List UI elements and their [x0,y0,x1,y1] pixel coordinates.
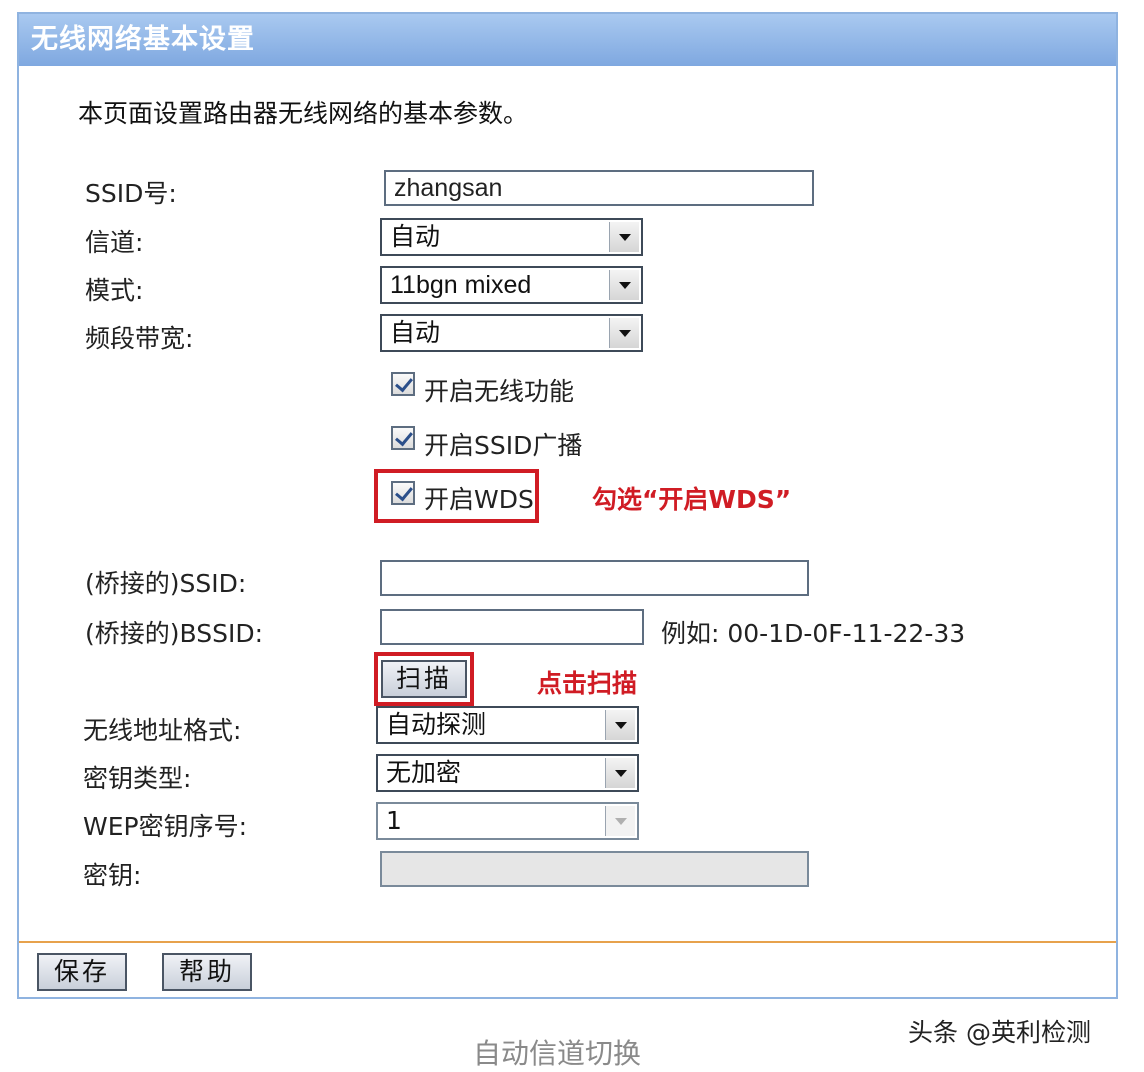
scan-button[interactable]: 扫描 [381,660,467,698]
enable-wds-checkbox[interactable] [391,481,415,505]
wep-index-label: WEP密钥序号: [83,812,248,841]
channel-label: 信道: [85,228,144,257]
image-caption: 自动信道切换 [473,1037,642,1070]
enable-ssid-broadcast-label: 开启SSID广播 [424,431,583,460]
footer-bar: 保存 帮助 [19,943,1116,997]
enable-wds-label: 开启WDS [424,485,534,514]
watermark: 头条 @英利检测 [908,1018,1091,1047]
bridge-bssid-input[interactable] [380,609,644,645]
addr-format-label: 无线地址格式: [83,716,242,745]
settings-panel: 无线网络基本设置 本页面设置路由器无线网络的基本参数。 SSID号: zhang… [17,12,1118,999]
scan-annotation: 点击扫描 [537,669,638,698]
wep-index-select-value: 1 [386,806,402,835]
chevron-down-icon[interactable] [605,806,635,836]
mode-label: 模式: [85,276,144,305]
ssid-label: SSID号: [85,179,177,208]
key-input[interactable] [380,851,809,887]
mode-select-value: 11bgn mixed [390,271,532,299]
save-button[interactable]: 保存 [37,953,127,991]
chevron-down-icon[interactable] [609,222,639,252]
bssid-example-text: 例如: 00-1D-0F-11-22-33 [661,619,966,648]
channel-select-value: 自动 [390,222,441,251]
help-button[interactable]: 帮助 [162,953,252,991]
mode-select[interactable]: 11bgn mixed [380,266,643,304]
intro-text: 本页面设置路由器无线网络的基本参数。 [78,99,529,128]
addr-format-select-value: 自动探测 [386,710,487,739]
chevron-down-icon[interactable] [609,318,639,348]
key-label: 密钥: [83,861,142,890]
chevron-down-icon[interactable] [609,270,639,300]
enable-wireless-checkbox[interactable] [391,372,415,396]
key-type-label: 密钥类型: [83,764,192,793]
chevron-down-icon[interactable] [605,758,635,788]
bandwidth-select-value: 自动 [390,318,441,347]
bridge-bssid-label: (桥接的)BSSID: [85,619,264,648]
page-title: 无线网络基本设置 [19,14,1116,66]
key-type-select-value: 无加密 [386,758,462,787]
ssid-input[interactable]: zhangsan [384,170,814,206]
key-type-select[interactable]: 无加密 [376,754,639,792]
bridge-ssid-label: (桥接的)SSID: [85,569,247,598]
enable-wireless-label: 开启无线功能 [424,377,575,406]
bridge-ssid-input[interactable] [380,560,809,596]
enable-ssid-broadcast-checkbox[interactable] [391,426,415,450]
chevron-down-icon[interactable] [605,710,635,740]
channel-select[interactable]: 自动 [380,218,643,256]
wds-annotation: 勾选“开启WDS” [592,485,792,514]
bandwidth-select[interactable]: 自动 [380,314,643,352]
bandwidth-label: 频段带宽: [85,324,194,353]
wep-index-select[interactable]: 1 [376,802,639,840]
addr-format-select[interactable]: 自动探测 [376,706,639,744]
